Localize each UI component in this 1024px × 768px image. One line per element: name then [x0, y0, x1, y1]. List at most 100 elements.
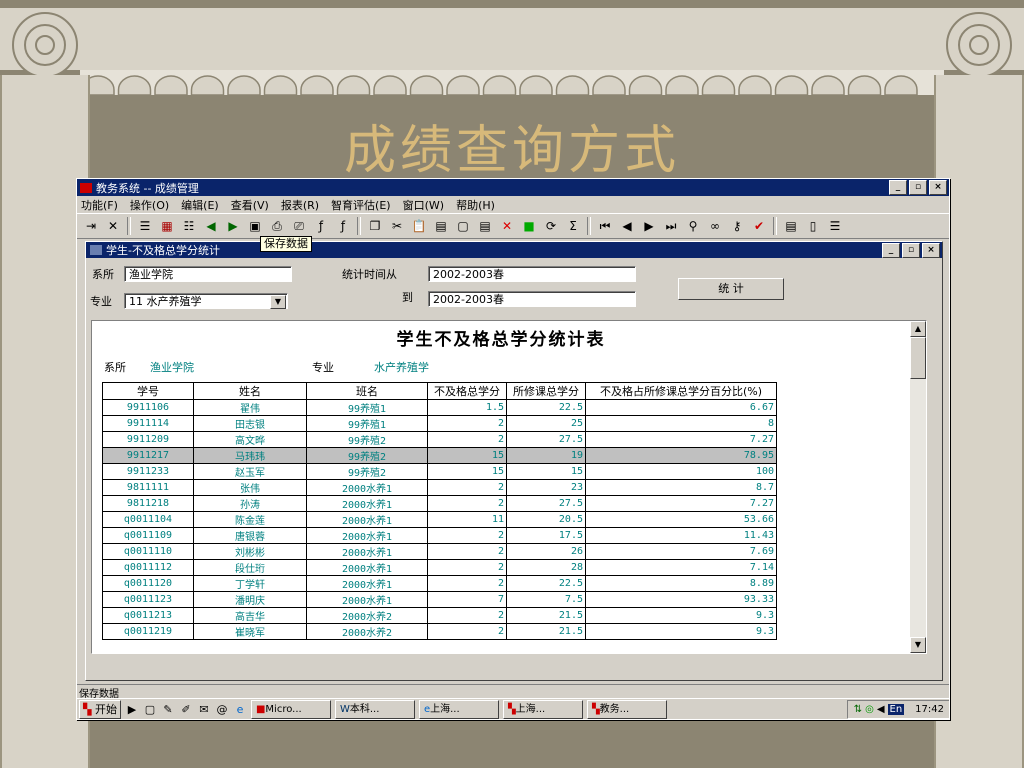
vertical-scrollbar[interactable]: ▲ ▼ [910, 321, 926, 653]
cut-icon[interactable]: ✂ [389, 218, 405, 234]
back-icon[interactable]: ◀ [203, 218, 219, 234]
task-item[interactable]: ■Micro... [250, 700, 331, 719]
menu-assessment[interactable]: 智育评估(E) [331, 197, 391, 213]
scroll-up-icon[interactable]: ▲ [910, 321, 926, 337]
tile-icon[interactable]: ▤ [783, 218, 799, 234]
table-row[interactable]: q0011104 陈金莲 2000水养1 11 20.5 53.66 [102, 511, 777, 528]
function-icon[interactable]: ƒ [313, 218, 329, 234]
table-row[interactable]: q0011109 唐银蓉 2000水养1 2 17.5 11.43 [102, 527, 777, 544]
refresh-icon[interactable]: ⟳ [543, 218, 559, 234]
table-cell: 张伟 [193, 479, 307, 496]
table-icon[interactable]: ■ [521, 218, 537, 234]
minimize-button[interactable]: _ [889, 180, 907, 195]
scroll-down-icon[interactable]: ▼ [910, 637, 926, 653]
mail-icon[interactable]: @ [215, 703, 229, 717]
task-item[interactable]: ▚教务... [586, 700, 667, 719]
system-tray: ⇅ ◎ ◀ En 17:42 [846, 700, 949, 719]
period-from-field[interactable]: 2002-2003春 [428, 266, 636, 282]
grid-icon[interactable]: ▦ [159, 218, 175, 234]
table-row[interactable]: 9911114 田志银 99养殖1 2 25 8 [102, 415, 777, 432]
save-icon[interactable]: ▣ [247, 218, 263, 234]
table-row[interactable]: q0011120 丁学轩 2000水养1 2 22.5 8.89 [102, 575, 777, 592]
table-row[interactable]: q0011112 段仕珩 2000水养1 2 28 7.14 [102, 559, 777, 576]
prev-record-icon[interactable]: ◀ [619, 218, 635, 234]
close-button[interactable]: × [929, 180, 947, 195]
table-row[interactable]: 9911233 赵玉军 99养殖2 15 15 100 [102, 463, 777, 480]
menu-edit[interactable]: 编辑(E) [181, 197, 219, 213]
new-icon[interactable]: ▢ [455, 218, 471, 234]
major-combo[interactable]: 11 水产养殖学 ▼ [124, 293, 288, 309]
table-cell: q0011123 [102, 591, 194, 608]
menu-operate[interactable]: 操作(O) [130, 197, 169, 213]
close-icon[interactable]: ✕ [105, 218, 121, 234]
exit-icon[interactable]: ⇥ [83, 218, 99, 234]
table-cell: 100 [585, 463, 777, 480]
media-player-icon[interactable]: ▶ [125, 703, 139, 717]
first-record-icon[interactable]: ⏮ [597, 218, 613, 234]
task-item[interactable]: W本科... [334, 700, 415, 719]
child-close-button[interactable]: × [922, 242, 940, 258]
restore-button[interactable]: ▫ [909, 180, 927, 195]
table-row[interactable]: 9811111 张伟 2000水养1 2 23 8.7 [102, 479, 777, 496]
print-preview-icon[interactable]: ⎚ [291, 218, 307, 234]
table-row[interactable]: 9811218 孙涛 2000水养1 2 27.5 7.27 [102, 495, 777, 512]
table-row[interactable]: q0011219 崔晓军 2000水养2 2 21.5 9.3 [102, 623, 777, 640]
menu-help[interactable]: 帮助(H) [456, 197, 495, 213]
statistics-button[interactable]: 统 计 [678, 278, 784, 300]
copy-icon[interactable]: ❐ [367, 218, 383, 234]
paste-icon[interactable]: 📋 [411, 218, 427, 234]
check-icon[interactable]: ✔ [751, 218, 767, 234]
menu-view[interactable]: 查看(V) [231, 197, 269, 213]
table-row[interactable]: q0011110 刘彬彬 2000水养1 2 26 7.69 [102, 543, 777, 560]
lang-badge[interactable]: En [887, 704, 905, 715]
forward-icon[interactable]: ▶ [225, 218, 241, 234]
formula-icon[interactable]: ƒ [335, 218, 351, 234]
task-item[interactable]: e上海... [418, 700, 499, 719]
sum-icon[interactable]: Σ [565, 218, 581, 234]
insert-icon[interactable]: ▤ [477, 218, 493, 234]
columns-icon[interactable]: ▯ [805, 218, 821, 234]
table-cell: 9911114 [102, 415, 194, 432]
toolbar-separator [127, 217, 131, 235]
chevron-down-icon[interactable]: ▼ [270, 295, 286, 309]
next-record-icon[interactable]: ▶ [641, 218, 657, 234]
table-row[interactable]: q0011213 高吉华 2000水养2 2 21.5 9.3 [102, 607, 777, 624]
menu-function[interactable]: 功能(F) [81, 197, 118, 213]
antivirus-icon[interactable]: ◎ [865, 704, 874, 715]
task-item[interactable]: ▚上海... [502, 700, 583, 719]
volume-icon[interactable]: ◀ [877, 704, 885, 715]
table-cell: 2 [427, 415, 507, 432]
delete-row-icon[interactable]: ☷ [181, 218, 197, 234]
slide-title: 成绩查询方式 [343, 121, 680, 181]
key-icon[interactable]: ⚷ [729, 218, 745, 234]
table-row[interactable]: 9911209 高文晔 99养殖2 2 27.5 7.27 [102, 431, 777, 448]
menu-report[interactable]: 报表(R) [281, 197, 319, 213]
desktop-icon[interactable]: ▢ [143, 703, 157, 717]
table-cell: 7 [427, 591, 507, 608]
delete-icon[interactable]: ✕ [499, 218, 515, 234]
scroll-thumb[interactable] [910, 337, 926, 379]
table-row[interactable]: 9911106 翟伟 99养殖1 1.5 22.5 6.67 [102, 399, 777, 416]
dept-field[interactable]: 渔业学院 [124, 266, 292, 282]
document-icon[interactable]: ▤ [433, 218, 449, 234]
last-record-icon[interactable]: ⏭ [663, 218, 679, 234]
child-restore-button[interactable]: ▫ [902, 242, 920, 258]
ie-icon[interactable]: e [233, 703, 247, 717]
table-row[interactable]: q0011123 潘明庆 2000水养1 7 7.5 93.33 [102, 591, 777, 608]
search-icon[interactable]: ⚲ [685, 218, 701, 234]
start-button[interactable]: ▚ 开始 [79, 700, 121, 719]
print-icon[interactable]: ⎙ [269, 218, 285, 234]
column-header: 班名 [306, 382, 428, 400]
outlook-icon[interactable]: ✉ [197, 703, 211, 717]
rows-icon[interactable]: ☰ [827, 218, 843, 234]
link-icon[interactable]: ∞ [707, 218, 723, 234]
table-cell: 高吉华 [193, 607, 307, 624]
child-minimize-button[interactable]: _ [882, 242, 900, 258]
paint-icon[interactable]: ✐ [179, 703, 193, 717]
edit-icon[interactable]: ✎ [161, 703, 175, 717]
align-icon[interactable]: ☰ [137, 218, 153, 234]
network-icon[interactable]: ⇅ [854, 704, 862, 715]
period-to-field[interactable]: 2002-2003春 [428, 291, 636, 307]
menu-window[interactable]: 窗口(W) [403, 197, 444, 213]
table-row[interactable]: 9911217 马玮玮 99养殖2 15 19 78.95 [102, 447, 777, 464]
